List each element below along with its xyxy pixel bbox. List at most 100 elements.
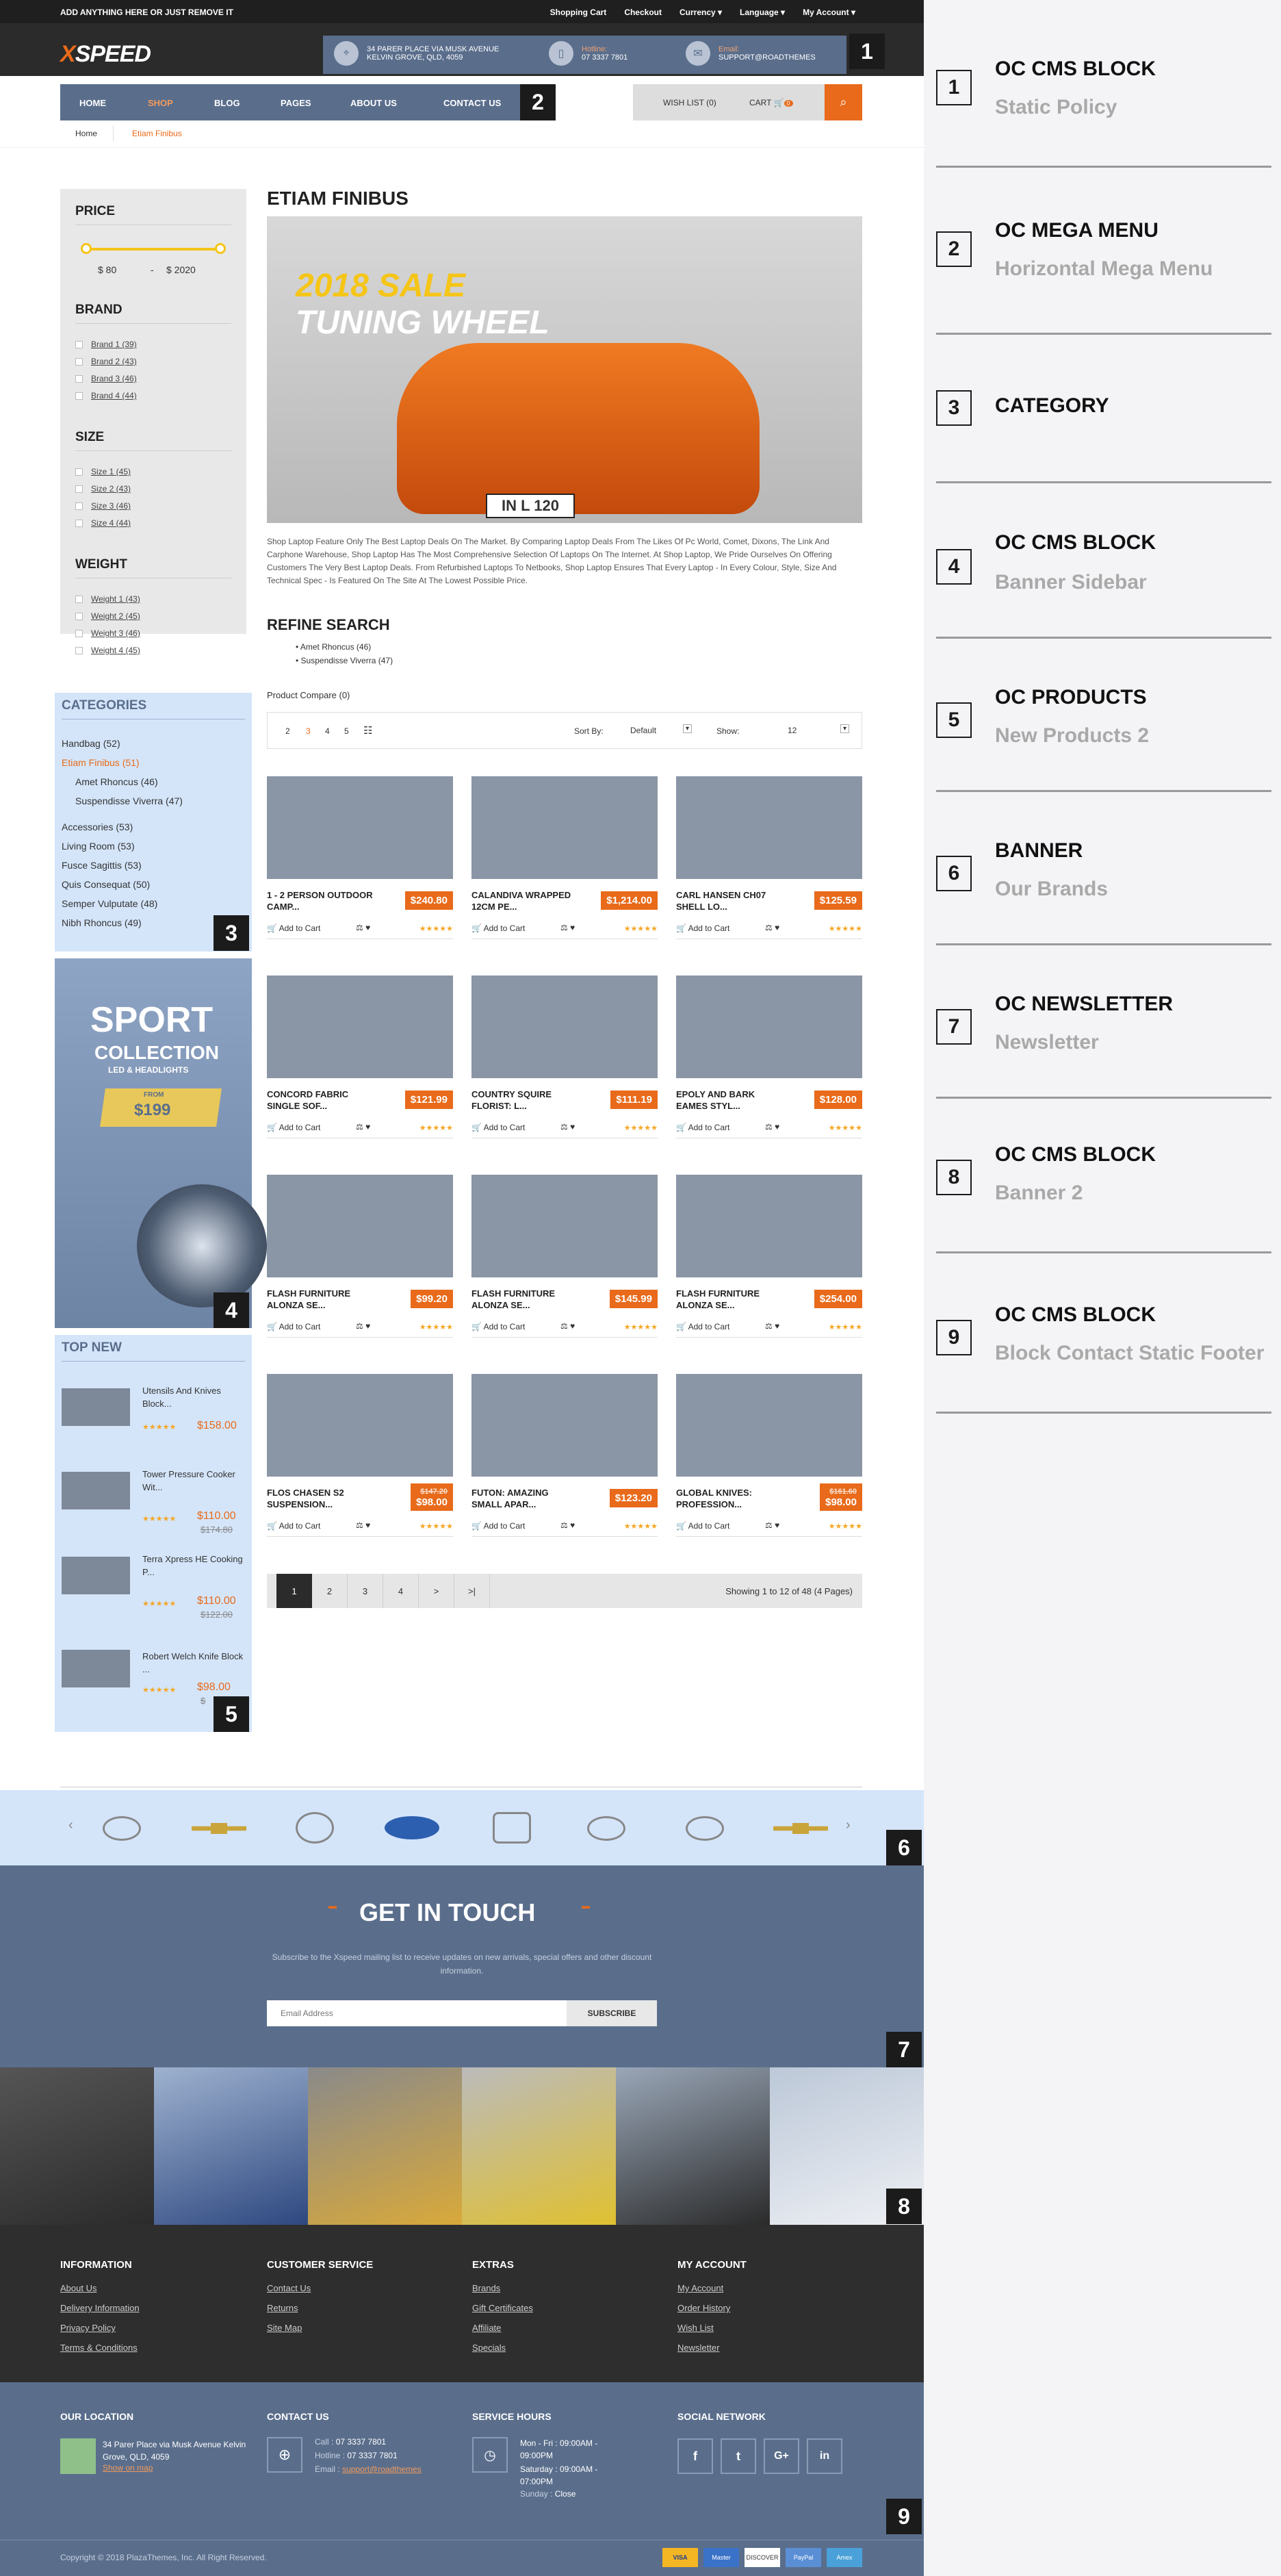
- product-name[interactable]: COUNTRY SQUIRE FLORIST: L...: [471, 1088, 581, 1112]
- footer-link[interactable]: Contact Us: [267, 2283, 373, 2293]
- twitter-icon[interactable]: t: [721, 2438, 756, 2474]
- linkedin-icon[interactable]: in: [807, 2438, 842, 2474]
- brand-checkbox[interactable]: [75, 358, 83, 366]
- chevrolet-logo[interactable]: [192, 1823, 246, 1834]
- size-filter-4[interactable]: Size 4 (44): [91, 518, 131, 528]
- add-to-cart-button[interactable]: 🛒 Add to Cart: [676, 923, 729, 933]
- last-page-button[interactable]: >|: [454, 1574, 490, 1608]
- category-suspendisse-viverra[interactable]: Suspendisse Viverra (47): [75, 795, 183, 806]
- weight-checkbox[interactable]: [75, 613, 83, 620]
- product-image[interactable]: [471, 776, 658, 879]
- refine-link-2[interactable]: • Suspendisse Viverra (47): [296, 656, 393, 665]
- sort-select[interactable]: Default ▾: [630, 722, 692, 739]
- footer-link[interactable]: Specials: [472, 2343, 533, 2353]
- product-card[interactable]: GLOBAL KNIVES: PROFESSION... $161.60 $98.…: [676, 1374, 862, 1545]
- refine-link-1[interactable]: • Amet Rhoncus (46): [296, 642, 371, 652]
- nav-about-us[interactable]: ABOUT US: [350, 98, 397, 108]
- newsletter-email-input[interactable]: [267, 2000, 567, 2026]
- compare-wishlist-icons[interactable]: ⚖ ♥: [356, 1520, 370, 1530]
- product-card[interactable]: CALANDIVA WRAPPED 12CM PE... $1,214.00 🛒…: [471, 776, 658, 947]
- product-image[interactable]: [676, 1374, 862, 1477]
- weight-filter-4[interactable]: Weight 4 (45): [91, 646, 140, 655]
- product-image[interactable]: [267, 776, 453, 879]
- product-name[interactable]: CARL HANSEN CH07 SHELL LO...: [676, 889, 786, 913]
- top-new-item-image[interactable]: [62, 1472, 130, 1509]
- map-icon[interactable]: [60, 2438, 96, 2474]
- compare-wishlist-icons[interactable]: ⚖ ♥: [765, 1122, 779, 1132]
- nissan-logo[interactable]: [103, 1816, 141, 1841]
- top-new-item-image[interactable]: [62, 1388, 130, 1426]
- footer-link[interactable]: My Account: [677, 2283, 747, 2293]
- product-image[interactable]: [471, 975, 658, 1078]
- compare-wishlist-icons[interactable]: ⚖ ♥: [356, 1321, 370, 1331]
- category-fusce-sagittis[interactable]: Fusce Sagittis (53): [62, 860, 142, 871]
- footer-link[interactable]: Affiliate: [472, 2323, 533, 2333]
- compare-wishlist-icons[interactable]: ⚖ ♥: [765, 1321, 779, 1331]
- footer-link[interactable]: About Us: [60, 2283, 140, 2293]
- price-slider-min-handle[interactable]: [81, 243, 92, 254]
- nav-shop[interactable]: SHOP: [148, 98, 173, 108]
- add-to-cart-button[interactable]: 🛒 Add to Cart: [267, 1123, 320, 1132]
- price-slider-max-handle[interactable]: [215, 243, 226, 254]
- product-name[interactable]: 1 - 2 PERSON OUTDOOR CAMP...: [267, 889, 376, 913]
- footer-link[interactable]: Site Map: [267, 2323, 373, 2333]
- footer-link[interactable]: Terms & Conditions: [60, 2343, 140, 2353]
- add-to-cart-button[interactable]: 🛒 Add to Cart: [471, 923, 525, 933]
- product-image[interactable]: [676, 776, 862, 879]
- gallery-image[interactable]: [308, 2067, 462, 2225]
- search-button[interactable]: ⌕: [825, 84, 862, 120]
- compare-wishlist-icons[interactable]: ⚖ ♥: [560, 1321, 575, 1331]
- page-4[interactable]: 4: [383, 1574, 419, 1608]
- category-accessories[interactable]: Accessories (53): [62, 821, 133, 832]
- product-card[interactable]: FLOS CHASEN S2 SUSPENSION... $147.20 $98.…: [267, 1374, 453, 1545]
- page-3[interactable]: 3: [348, 1574, 383, 1608]
- gallery-image[interactable]: [616, 2067, 770, 2225]
- product-card[interactable]: 1 - 2 PERSON OUTDOOR CAMP... $240.80 🛒 A…: [267, 776, 453, 947]
- add-to-cart-button[interactable]: 🛒 Add to Cart: [267, 923, 320, 933]
- subscribe-button[interactable]: SUBSCRIBE: [567, 2000, 657, 2026]
- size-filter-1[interactable]: Size 1 (45): [91, 467, 131, 476]
- chevron-right-icon[interactable]: ›: [846, 1818, 851, 1833]
- footer-link[interactable]: Wish List: [677, 2323, 747, 2333]
- footer-link[interactable]: Order History: [677, 2303, 747, 2313]
- product-card[interactable]: FUTON: AMAZING SMALL APAR... $123.20 🛒 A…: [471, 1374, 658, 1545]
- product-image[interactable]: [471, 1175, 658, 1277]
- next-page-button[interactable]: >: [419, 1574, 454, 1608]
- add-to-cart-button[interactable]: 🛒 Add to Cart: [676, 1123, 729, 1132]
- product-compare-link[interactable]: Product Compare (0): [267, 690, 350, 700]
- show-on-map-link[interactable]: Show on map: [103, 2463, 153, 2473]
- weight-checkbox[interactable]: [75, 647, 83, 654]
- my-account-dropdown[interactable]: My Account ▾: [803, 8, 855, 17]
- product-image[interactable]: [676, 975, 862, 1078]
- category-nibh-rhoncus[interactable]: Nibh Rhoncus (49): [62, 917, 142, 928]
- product-card[interactable]: CONCORD FABRIC SINGLE SOF... $121.99 🛒 A…: [267, 975, 453, 1147]
- category-handbag[interactable]: Handbag (52): [62, 738, 120, 749]
- currency-dropdown[interactable]: Currency ▾: [680, 8, 722, 17]
- brand-filter-3[interactable]: Brand 3 (46): [91, 374, 137, 383]
- nav-blog[interactable]: BLOG: [214, 98, 240, 108]
- product-name[interactable]: EPOLY AND BARK EAMES STYL...: [676, 1088, 786, 1112]
- footer-link[interactable]: Privacy Policy: [60, 2323, 140, 2333]
- nav-contact-us[interactable]: CONTACT US: [443, 98, 501, 108]
- product-card[interactable]: CARL HANSEN CH07 SHELL LO... $125.59 🛒 A…: [676, 776, 862, 947]
- size-checkbox[interactable]: [75, 468, 83, 476]
- size-checkbox[interactable]: [75, 485, 83, 493]
- footer-link[interactable]: Newsletter: [677, 2343, 747, 2353]
- ford-logo[interactable]: [385, 1816, 439, 1839]
- toolbar-page-5[interactable]: 5: [344, 726, 349, 736]
- product-image[interactable]: [267, 1175, 453, 1277]
- gallery-image[interactable]: [154, 2067, 308, 2225]
- brand-filter-2[interactable]: Brand 2 (43): [91, 357, 137, 366]
- footer-link[interactable]: Gift Certificates: [472, 2303, 533, 2313]
- add-to-cart-button[interactable]: 🛒 Add to Cart: [471, 1123, 525, 1132]
- product-name[interactable]: CONCORD FABRIC SINGLE SOF...: [267, 1088, 376, 1112]
- add-to-cart-button[interactable]: 🛒 Add to Cart: [267, 1322, 320, 1331]
- size-checkbox[interactable]: [75, 520, 83, 527]
- weight-checkbox[interactable]: [75, 596, 83, 603]
- product-name[interactable]: FLASH FURNITURE ALONZA SE...: [471, 1288, 581, 1311]
- compare-wishlist-icons[interactable]: ⚖ ♥: [356, 923, 370, 932]
- category-living-room[interactable]: Living Room (53): [62, 841, 135, 852]
- product-image[interactable]: [267, 975, 453, 1078]
- sport-collection-banner[interactable]: SPORT COLLECTION LED & HEADLIGHTS FROM $…: [55, 958, 267, 1328]
- product-image[interactable]: [471, 1374, 658, 1477]
